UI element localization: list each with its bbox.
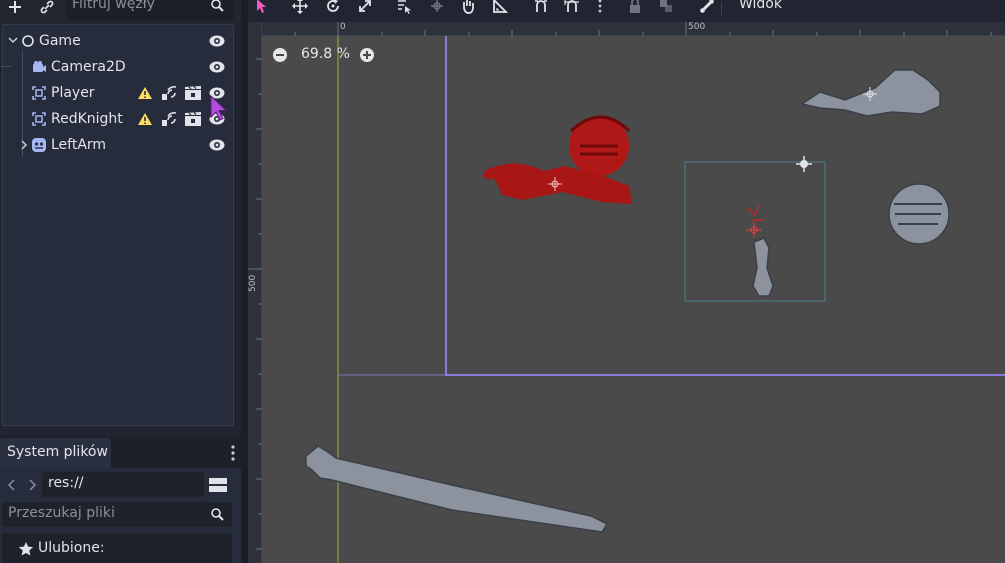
warning-icon[interactable] xyxy=(137,86,153,100)
ruler-tool-icon[interactable] xyxy=(491,0,509,15)
node-label: Game xyxy=(39,33,81,49)
node-label: Player xyxy=(51,85,95,101)
favorites-item[interactable]: Ulubione: xyxy=(2,533,232,563)
search-icon xyxy=(208,0,226,14)
red-knight-sprite[interactable] xyxy=(482,115,632,204)
filter-nodes-input[interactable]: Filtruj węzły xyxy=(66,0,234,20)
skeleton-icon xyxy=(31,85,47,101)
zoom-level[interactable]: 69.8 % xyxy=(301,46,350,62)
view-menu[interactable]: Widok xyxy=(739,0,782,12)
signals-icon[interactable] xyxy=(161,111,177,127)
visibility-eye-icon[interactable] xyxy=(208,59,226,75)
smart-snap-icon[interactable] xyxy=(532,0,550,15)
tab-label: System plików xyxy=(7,444,108,460)
scene-tree: Game Camera2D Player RedKnight LeftArm xyxy=(1,24,234,426)
scene-instance-icon[interactable] xyxy=(184,111,202,127)
split-view-icon[interactable] xyxy=(208,475,228,499)
group-icon[interactable] xyxy=(657,0,675,15)
scale-tool-icon[interactable] xyxy=(356,0,374,15)
tree-row-redknight[interactable]: RedKnight xyxy=(3,106,233,132)
pan-tool-icon[interactable] xyxy=(459,0,477,15)
ruler-label: 500 xyxy=(248,274,258,292)
pivot-tool-icon[interactable] xyxy=(428,0,446,15)
skeleton-icon xyxy=(31,111,47,127)
tree-row-leftarm[interactable]: LeftArm xyxy=(3,132,233,158)
tree-row-player[interactable]: Player xyxy=(3,80,233,106)
visibility-eye-icon[interactable] xyxy=(208,33,226,49)
node-label: Camera2D xyxy=(51,59,126,75)
zoom-out-icon[interactable] xyxy=(272,47,288,67)
canvas-viewport[interactable]: 69.8 % xyxy=(262,36,1005,563)
sprite-icon xyxy=(31,137,47,153)
knight-arm-sprite[interactable] xyxy=(800,69,941,117)
ruler-vertical: 500 xyxy=(248,22,262,563)
scene-toolbar: Filtruj węzły xyxy=(0,0,241,20)
skeleton-bone-icon[interactable] xyxy=(698,0,716,15)
zoom-controls: 69.8 % xyxy=(272,44,392,68)
knight-helmet-sprite[interactable] xyxy=(888,183,950,245)
node-icon xyxy=(20,33,36,49)
mouse-cursor-icon xyxy=(209,94,229,125)
ruler-horizontal: 0 500 xyxy=(262,22,1005,36)
ruler-label: 0 xyxy=(340,22,346,32)
tab-filesystem[interactable]: System plików xyxy=(0,438,111,468)
add-node-icon[interactable] xyxy=(6,0,24,16)
filter-placeholder: Filtruj węzły xyxy=(72,0,155,12)
list-select-icon[interactable] xyxy=(395,0,413,15)
snap-options-icon[interactable] xyxy=(591,0,609,15)
search-placeholder: Przeszukaj pliki xyxy=(8,505,115,521)
left-dock: Filtruj węzły Game Camera2D Player RedKn… xyxy=(0,0,241,563)
tree-row-camera2d[interactable]: Camera2D xyxy=(1,54,233,80)
lock-icon[interactable] xyxy=(626,0,644,15)
forward-arrow-icon[interactable] xyxy=(26,477,38,497)
dock-menu-icon[interactable] xyxy=(228,444,238,462)
favorites-label: Ulubione: xyxy=(38,540,105,556)
zoom-in-icon[interactable] xyxy=(359,47,375,67)
node-label: LeftArm xyxy=(51,137,107,153)
path-value: res:// xyxy=(48,475,84,491)
dock-splitter[interactable] xyxy=(241,0,248,563)
instance-scene-icon[interactable] xyxy=(38,0,56,16)
rotate-tool-icon[interactable] xyxy=(324,0,342,15)
visibility-eye-icon[interactable] xyxy=(208,137,226,153)
scene-instance-icon[interactable] xyxy=(184,85,202,101)
path-input[interactable]: res:// xyxy=(42,472,204,497)
signals-icon[interactable] xyxy=(161,85,177,101)
camera-crosshair xyxy=(796,156,812,172)
canvas-toolbar: Widok xyxy=(248,0,1005,22)
collapse-arrow-icon[interactable] xyxy=(7,33,19,51)
select-tool-icon[interactable] xyxy=(253,0,271,15)
left-arm-sprite[interactable] xyxy=(746,203,774,297)
search-files-input[interactable]: Przeszukaj pliki xyxy=(2,502,232,527)
expand-arrow-icon[interactable] xyxy=(19,138,29,156)
tree-row-game[interactable]: Game xyxy=(3,28,233,54)
back-arrow-icon[interactable] xyxy=(6,477,18,497)
star-icon xyxy=(18,541,34,561)
camera-icon xyxy=(31,59,47,75)
move-tool-icon[interactable] xyxy=(291,0,309,15)
warning-icon[interactable] xyxy=(137,112,153,126)
node-label: RedKnight xyxy=(51,111,123,127)
grid-snap-icon[interactable] xyxy=(563,0,581,15)
search-icon xyxy=(210,507,224,525)
toolbar-separator xyxy=(721,2,722,16)
ruler-label: 500 xyxy=(688,22,706,32)
sword-sprite[interactable] xyxy=(305,445,609,533)
tree-guide-line xyxy=(1,66,11,67)
